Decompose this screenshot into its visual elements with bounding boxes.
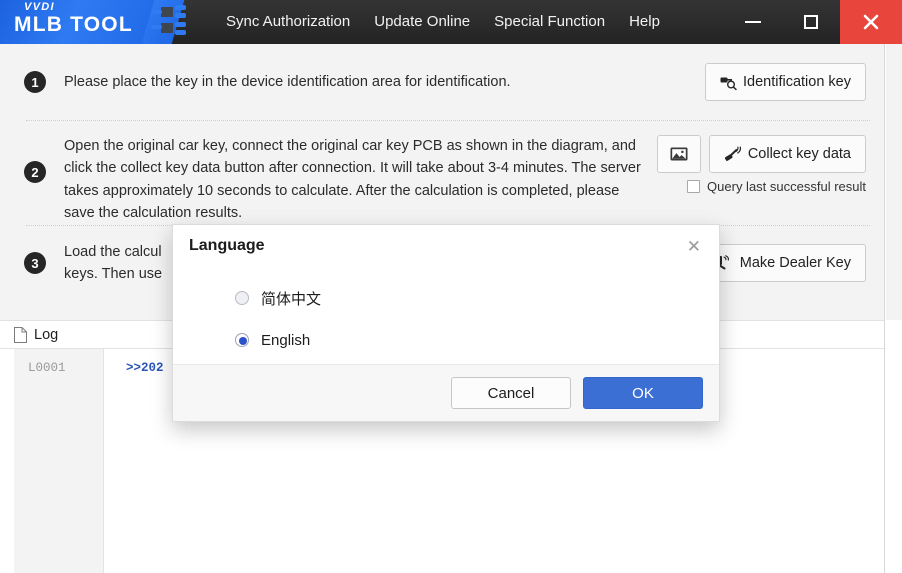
- step-1-text: Please place the key in the device ident…: [64, 73, 511, 90]
- step-2-actions: Collect key data Query last successful r…: [656, 135, 866, 194]
- log-line-number: L0001: [28, 361, 66, 375]
- step-1-number: 1: [24, 71, 46, 93]
- query-last-result-checkbox[interactable]: [687, 180, 701, 193]
- minimize-icon: [745, 21, 761, 23]
- make-dealer-key-label: Make Dealer Key: [739, 255, 851, 271]
- step-2-row: 2 Open the original car key, connect the…: [0, 121, 884, 225]
- image-picture-icon: [670, 147, 688, 161]
- maximize-button[interactable]: [782, 0, 840, 44]
- menu-sync-authorization[interactable]: Sync Authorization: [214, 0, 362, 44]
- dialog-close-icon[interactable]: ✕: [683, 236, 705, 257]
- radio-chinese[interactable]: [235, 291, 249, 305]
- language-label-english: English: [261, 331, 311, 349]
- step-2-text: Open the original car key, connect the o…: [64, 138, 641, 222]
- window-controls: [724, 0, 902, 44]
- step-2-number: 2: [24, 161, 46, 183]
- query-last-result-checkbox-row[interactable]: Query last successful result: [687, 179, 866, 194]
- radio-english[interactable]: [235, 333, 249, 347]
- close-icon: [863, 14, 879, 30]
- step-3-number: 3: [24, 252, 46, 274]
- log-line-gutter: [14, 349, 104, 573]
- step-3-actions: Make Dealer Key: [702, 244, 866, 282]
- minimize-button[interactable]: [724, 0, 782, 44]
- dialog-header: Language ✕: [173, 225, 719, 267]
- step-1-actions: Identification key: [704, 63, 866, 101]
- application-window: VVDI MLB TOOL Sync Authorization Update …: [0, 0, 902, 573]
- show-diagram-button[interactable]: [656, 135, 701, 173]
- menu-update-online[interactable]: Update Online: [362, 0, 482, 44]
- ok-button[interactable]: OK: [583, 377, 703, 409]
- language-option-english[interactable]: English: [235, 319, 415, 361]
- app-logo: VVDI MLB TOOL: [0, 0, 196, 44]
- content-right-gutter: [886, 44, 902, 320]
- step-3-action-row: Make Dealer Key: [702, 244, 866, 282]
- dialog-footer: Cancel OK: [173, 365, 719, 421]
- make-dealer-key-button[interactable]: Make Dealer Key: [702, 244, 866, 282]
- menu-special-function[interactable]: Special Function: [482, 0, 617, 44]
- dialog-body: 简体中文 English: [173, 267, 719, 365]
- menu-help[interactable]: Help: [617, 0, 672, 44]
- maximize-icon: [804, 15, 818, 29]
- cancel-button[interactable]: Cancel: [451, 377, 571, 409]
- key-hand-icon: [717, 255, 729, 270]
- key-magnifier-icon: [720, 77, 737, 90]
- log-message: >>202: [126, 361, 164, 375]
- main-menu: Sync Authorization Update Online Special…: [214, 0, 724, 44]
- key-signal-icon: [724, 146, 741, 161]
- circuit-chip-icon: [151, 5, 186, 35]
- step-1-action-row: Identification key: [704, 63, 866, 101]
- title-bar: VVDI MLB TOOL Sync Authorization Update …: [0, 0, 902, 44]
- query-last-result-label: Query last successful result: [707, 179, 866, 194]
- collect-key-data-label: Collect key data: [747, 146, 851, 162]
- language-option-chinese[interactable]: 简体中文: [235, 277, 415, 319]
- language-label-chinese: 简体中文: [261, 290, 322, 308]
- step-1-row: 1 Please place the key in the device ide…: [0, 44, 884, 120]
- language-dialog: Language ✕ 简体中文 English Cancel OK: [172, 224, 720, 422]
- document-icon: [14, 326, 27, 343]
- log-title: Log: [34, 326, 59, 343]
- collect-key-data-button[interactable]: Collect key data: [708, 135, 866, 173]
- step-2-action-row: Collect key data: [656, 135, 866, 173]
- dialog-title: Language: [189, 237, 265, 254]
- logo-background: [0, 0, 162, 44]
- close-button[interactable]: [840, 0, 902, 44]
- identification-key-label: Identification key: [742, 74, 851, 90]
- identification-key-button[interactable]: Identification key: [704, 63, 866, 101]
